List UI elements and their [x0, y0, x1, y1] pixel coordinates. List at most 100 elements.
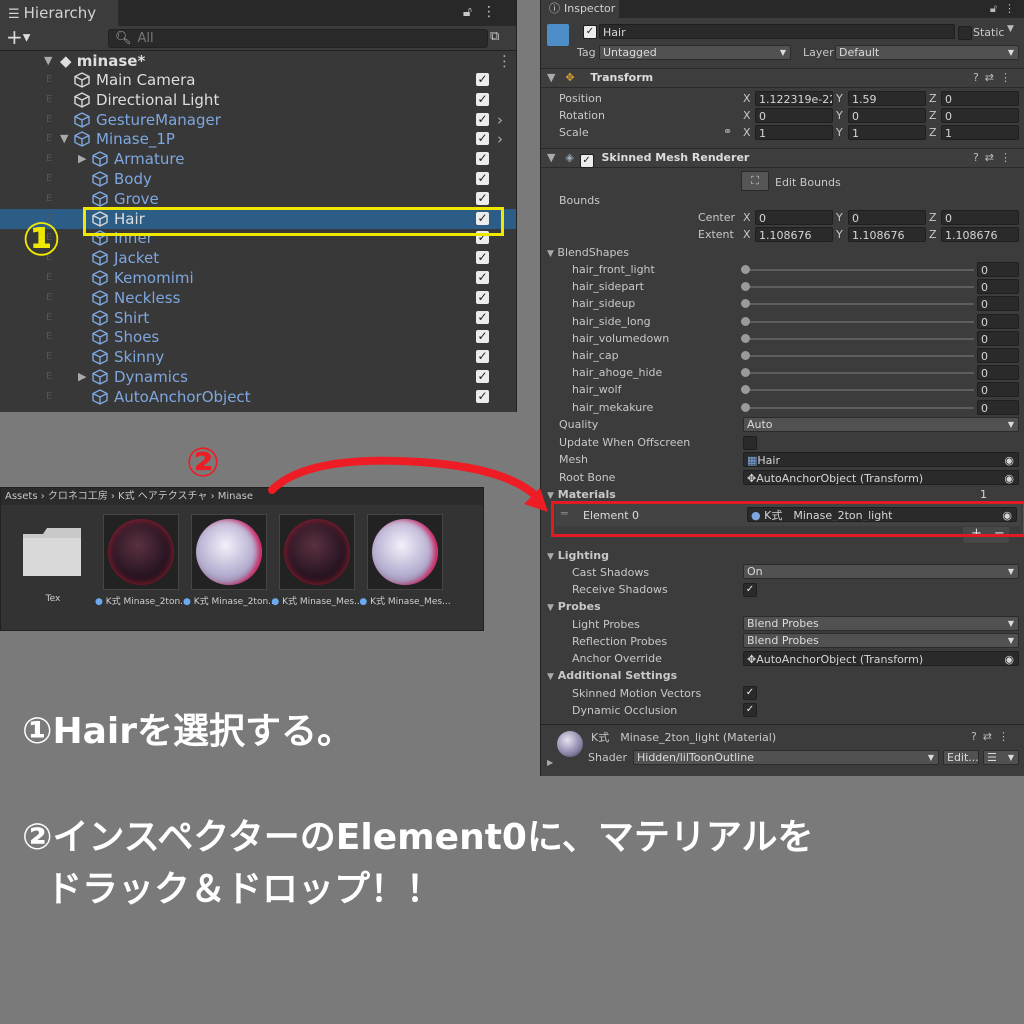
shader-menu-button[interactable]: ☰ ▼ — [983, 750, 1019, 765]
visibility-checkbox[interactable]: ✓ — [476, 132, 489, 146]
component-header-icons[interactable]: ?⇄⋮ — [973, 149, 1017, 167]
search-options-icon[interactable]: ⧉ — [490, 29, 506, 45]
tag-dropdown[interactable]: Untagged ▼ — [599, 45, 791, 60]
transform-rotation-x-field[interactable]: 0 — [755, 108, 833, 123]
bounds-center-y-field[interactable]: 0 — [848, 210, 926, 225]
hierarchy-row[interactable]: E Body ✓ — [0, 169, 516, 189]
transform-scale-y-field[interactable]: 1 — [848, 125, 926, 140]
object-name-field[interactable]: Hair — [599, 24, 955, 39]
blendshape-value-field[interactable]: 0 — [977, 348, 1019, 363]
skinned-motion-checkbox[interactable]: ✓ — [743, 686, 757, 700]
material-foldout-icon[interactable]: ▶ — [547, 758, 553, 767]
visibility-checkbox[interactable]: ✓ — [476, 152, 489, 166]
blendshape-value-field[interactable]: 0 — [977, 330, 1019, 346]
bounds-extent-x-field[interactable]: 1.108676 — [755, 227, 833, 242]
more-menu-icon[interactable]: ⋮ — [482, 4, 506, 20]
hierarchy-row[interactable]: E ▶ Armature ✓ — [0, 149, 516, 169]
inspector-more-icon[interactable]: ⋮ — [1004, 2, 1015, 15]
hierarchy-row[interactable]: E Skinny ✓ — [0, 347, 516, 367]
asset-item[interactable]: ● K式 Minase_Mes... — [271, 514, 363, 607]
visibility-checkbox[interactable]: ✓ — [476, 290, 489, 304]
blendshape-slider-knob[interactable] — [741, 385, 750, 395]
visibility-checkbox[interactable]: ✓ — [476, 330, 489, 344]
asset-item[interactable]: ● K式 Minase_Mes... — [359, 514, 451, 607]
shader-dropdown[interactable]: Hidden/lilToonOutline ▼ — [633, 750, 939, 765]
inspector-lock-icon[interactable]: 🔓︎ — [990, 2, 997, 16]
layer-dropdown[interactable]: Default ▼ — [835, 45, 1019, 60]
blendshapes-foldout[interactable]: ▼ BlendShapes — [547, 245, 629, 262]
blendshape-value-field[interactable]: 0 — [977, 313, 1019, 329]
smr-enabled-checkbox[interactable]: ✓ — [579, 154, 594, 168]
blendshape-slider-track[interactable] — [746, 337, 974, 340]
blendshape-slider-track[interactable] — [746, 320, 974, 323]
component-header-icons[interactable]: ?⇄⋮ — [973, 69, 1017, 87]
mesh-field[interactable]: ▦Hair ◉ — [743, 452, 1019, 467]
blendshape-value-field[interactable]: 0 — [977, 399, 1019, 415]
hierarchy-row[interactable]: E ▼ Minase_1P ✓ › — [0, 129, 516, 149]
light-probes-dropdown[interactable]: Blend Probes ▼ — [743, 616, 1019, 631]
blendshape-slider-knob[interactable] — [741, 299, 750, 309]
scene-row[interactable]: ▼ ◆ minase* ⋮ — [0, 51, 516, 71]
static-checkbox[interactable] — [958, 26, 972, 40]
blendshape-slider-track[interactable] — [746, 406, 974, 409]
blendshape-value-field[interactable]: 0 — [977, 296, 1019, 312]
visibility-checkbox[interactable]: ✓ — [476, 251, 489, 265]
blendshape-value-field[interactable]: 0 — [977, 262, 1019, 277]
hierarchy-row[interactable]: E Kemomimi ✓ — [0, 268, 516, 288]
blendshape-slider-knob[interactable] — [741, 316, 750, 326]
object-picker-icon[interactable]: ◉ — [1004, 652, 1014, 665]
bounds-center-z-field[interactable]: 0 — [941, 210, 1019, 225]
bounds-extent-y-field[interactable]: 1.108676 — [848, 227, 926, 242]
materials-count[interactable]: 1 — [977, 487, 1019, 502]
constrain-proportions-icon[interactable]: ⚭ — [723, 125, 732, 138]
hierarchy-row[interactable]: E Directional Light ✓ — [0, 90, 516, 110]
blendshape-slider-track[interactable] — [746, 286, 974, 289]
transform-rotation-z-field[interactable]: 0 — [941, 108, 1019, 123]
breadcrumb-text[interactable]: Assets › クロネコ工房 › K式 ヘアテクスチャ › Minase — [5, 491, 253, 502]
smr-header[interactable]: ▼ ◈ ✓ Skinned Mesh Renderer ?⇄⋮ — [541, 148, 1024, 168]
visibility-checkbox[interactable]: ✓ — [476, 310, 489, 324]
visibility-checkbox[interactable]: ✓ — [476, 112, 489, 126]
visibility-checkbox[interactable]: ✓ — [476, 271, 489, 284]
transform-header[interactable]: ▼ ✥ Transform ?⇄⋮ — [541, 68, 1024, 88]
hierarchy-row[interactable]: E Main Camera ✓ — [0, 70, 516, 90]
blendshape-value-field[interactable]: 0 — [977, 279, 1019, 295]
hierarchy-row[interactable]: E Jacket ✓ — [0, 248, 516, 268]
active-checkbox[interactable]: ✓ — [583, 25, 597, 39]
expand-arrow-icon[interactable]: ▼ — [44, 51, 52, 71]
inspector-tab[interactable]: ⓘ Inspector — [541, 0, 619, 18]
transform-position-y-field[interactable]: 1.59 — [848, 91, 926, 106]
collapse-arrow-icon[interactable]: ▶ — [78, 367, 86, 387]
object-picker-icon[interactable]: ◉ — [1004, 453, 1014, 466]
hierarchy-row[interactable]: E ▶ Dynamics ✓ — [0, 367, 516, 387]
transform-rotation-y-field[interactable]: 0 — [848, 108, 926, 123]
visibility-checkbox[interactable]: ✓ — [476, 191, 489, 205]
hierarchy-row[interactable]: E Shoes ✓ — [0, 327, 516, 347]
cast-shadows-dropdown[interactable]: On ▼ — [743, 564, 1019, 579]
receive-shadows-checkbox[interactable]: ✓ — [743, 583, 757, 597]
blendshape-slider-track[interactable] — [746, 303, 974, 306]
update-offscreen-checkbox[interactable] — [743, 436, 757, 450]
foldout-arrow-icon[interactable]: ▼ — [547, 151, 555, 164]
hierarchy-row[interactable]: E Neckless ✓ — [0, 288, 516, 308]
transform-position-z-field[interactable]: 0 — [941, 91, 1019, 106]
blendshape-slider-knob[interactable] — [741, 265, 750, 274]
object-picker-icon[interactable]: ◉ — [1004, 471, 1014, 484]
blendshape-slider-knob[interactable] — [741, 402, 750, 412]
static-dropdown-icon[interactable]: ▼ — [1007, 24, 1014, 34]
hierarchy-row[interactable]: E Grove ✓ — [0, 189, 516, 209]
shader-edit-button[interactable]: Edit... — [943, 750, 979, 765]
create-button[interactable]: +▼ — [6, 26, 30, 50]
dynamic-occlusion-checkbox[interactable]: ✓ — [743, 703, 757, 717]
additional-settings-foldout[interactable]: ▼ Additional Settings — [547, 668, 677, 685]
asset-item[interactable]: ● K式 Minase_2ton... — [183, 514, 275, 607]
visibility-checkbox[interactable]: ✓ — [476, 73, 489, 86]
hierarchy-tab[interactable]: ☰ Hierarchy — [0, 0, 118, 26]
open-prefab-icon[interactable]: › — [497, 110, 503, 130]
transform-scale-z-field[interactable]: 1 — [941, 125, 1019, 140]
visibility-checkbox[interactable]: ✓ — [476, 389, 489, 403]
hierarchy-row[interactable]: E Shirt ✓ — [0, 308, 516, 328]
blendshape-slider-knob[interactable] — [741, 368, 750, 378]
hierarchy-row[interactable]: E AutoAnchorObject ✓ — [0, 387, 516, 407]
edit-bounds-button[interactable]: ⛶ — [741, 171, 769, 191]
